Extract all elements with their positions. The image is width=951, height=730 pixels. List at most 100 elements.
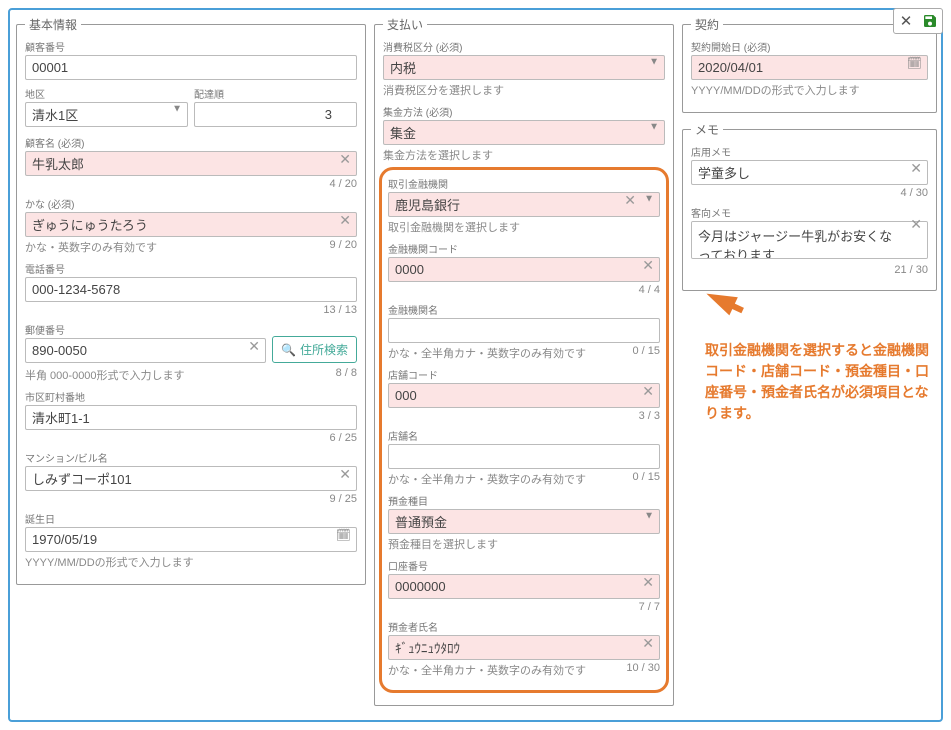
custname-counter: 4 / 20 <box>25 178 357 190</box>
holder-label: 預金者氏名 <box>388 619 660 634</box>
clear-icon[interactable]: ✕ <box>910 217 922 231</box>
bank-select[interactable] <box>388 192 660 217</box>
memo-section: メモ 店用メモ ✕ 4 / 30 客向メモ ✕ 21 / 30 <box>682 121 937 291</box>
postal-input[interactable] <box>25 338 266 363</box>
clear-icon[interactable]: ✕ <box>339 212 351 226</box>
bankcode-label: 金融機関コード <box>388 241 660 256</box>
custname-label: 顧客名 (必須) <box>25 135 357 150</box>
clear-icon[interactable]: ✕ <box>642 574 654 588</box>
clear-icon[interactable]: ✕ <box>339 151 351 165</box>
tax-label: 消費税区分 (必須) <box>383 39 665 54</box>
calendar-icon[interactable]: 🗓 <box>336 527 351 541</box>
holder-counter: 10 / 30 <box>626 662 660 678</box>
postal-help: 半角 000-0000形式で入力します <box>25 367 185 383</box>
custno-label: 顧客番号 <box>25 39 357 54</box>
birth-label: 誕生日 <box>25 511 357 526</box>
search-icon: 🔍 <box>281 343 296 357</box>
delorder-label: 配達順 <box>194 86 357 101</box>
bldg-input[interactable] <box>25 466 357 491</box>
bank-highlight-group: 取引金融機関 ✕ ▼ 取引金融機関を選択します 金融機関コード ✕ 4 / 4 … <box>379 167 669 693</box>
bank-help: 取引金融機関を選択します <box>388 219 520 235</box>
clear-icon[interactable]: ✕ <box>624 192 636 206</box>
custmemo-label: 客向メモ <box>691 205 928 220</box>
toolbar: ✕ <box>893 8 943 34</box>
acctno-label: 口座番号 <box>388 558 660 573</box>
storememo-input[interactable] <box>691 160 928 185</box>
clear-icon[interactable]: ✕ <box>642 383 654 397</box>
method-help: 集金方法を選択します <box>383 147 493 163</box>
kana-label: かな (必須) <box>25 196 357 211</box>
postal-label: 郵便番号 <box>25 322 266 337</box>
basic-legend: 基本情報 <box>25 16 81 33</box>
bank-label: 取引金融機関 <box>388 176 660 191</box>
method-label: 集金方法 (必須) <box>383 104 665 119</box>
calendar-icon[interactable]: 🗓 <box>907 55 922 69</box>
start-input[interactable] <box>691 55 928 80</box>
bankname-counter: 0 / 15 <box>632 345 660 361</box>
city-counter: 6 / 25 <box>25 432 357 444</box>
clear-icon[interactable]: ✕ <box>339 466 351 480</box>
tax-select[interactable] <box>383 55 665 80</box>
bankcode-input[interactable] <box>388 257 660 282</box>
bankcode-counter: 4 / 4 <box>388 284 660 296</box>
custname-input[interactable] <box>25 151 357 176</box>
annotation-text: 取引金融機関を選択すると金融機関コード・店舗コード・預金種目・口座番号・預金者氏… <box>705 340 935 424</box>
area-select[interactable] <box>25 102 188 127</box>
dropdown-icon[interactable]: ▼ <box>644 193 654 204</box>
dropdown-icon[interactable]: ▼ <box>649 56 659 67</box>
bankname-label: 金融機関名 <box>388 302 660 317</box>
dropdown-icon[interactable]: ▼ <box>172 103 182 114</box>
method-select[interactable] <box>383 120 665 145</box>
custmemo-input[interactable] <box>691 221 928 259</box>
start-help: YYYY/MM/DDの形式で入力します <box>691 82 860 98</box>
kana-help: かな・英数字のみ有効です <box>25 239 157 255</box>
save-icon[interactable] <box>920 11 940 31</box>
bankname-help: かな・全半角カナ・英数字のみ有効です <box>388 345 586 361</box>
kana-counter: 9 / 20 <box>329 239 357 255</box>
branchname-label: 店舗名 <box>388 428 660 443</box>
branchcode-counter: 3 / 3 <box>388 410 660 422</box>
city-input[interactable] <box>25 405 357 430</box>
city-label: 市区町村番地 <box>25 389 357 404</box>
holder-input[interactable] <box>388 635 660 660</box>
storememo-label: 店用メモ <box>691 144 928 159</box>
postal-counter: 8 / 8 <box>336 367 357 383</box>
dropdown-icon[interactable]: ▼ <box>644 510 654 521</box>
tax-help: 消費税区分を選択します <box>383 82 504 98</box>
area-label: 地区 <box>25 86 188 101</box>
close-icon[interactable]: ✕ <box>896 11 916 31</box>
payment-section: 支払い 消費税区分 (必須) ▼ 消費税区分を選択します 集金方法 (必須) ▼… <box>374 16 674 706</box>
clear-icon[interactable]: ✕ <box>642 257 654 271</box>
acctno-input[interactable] <box>388 574 660 599</box>
bankname-input[interactable] <box>388 318 660 343</box>
contract-legend: 契約 <box>691 16 723 33</box>
address-search-button[interactable]: 🔍 住所検索 <box>272 336 357 363</box>
deposit-select[interactable] <box>388 509 660 534</box>
clear-icon[interactable]: ✕ <box>248 338 260 352</box>
branchname-help: かな・全半角カナ・英数字のみ有効です <box>388 471 586 487</box>
dropdown-icon[interactable]: ▼ <box>649 121 659 132</box>
birth-input[interactable] <box>25 527 357 552</box>
branchcode-label: 店舗コード <box>388 367 660 382</box>
bldg-label: マンション/ビル名 <box>25 450 357 465</box>
kana-input[interactable] <box>25 212 357 237</box>
tel-label: 電話番号 <box>25 261 357 276</box>
custmemo-counter: 21 / 30 <box>691 264 928 276</box>
branchname-input[interactable] <box>388 444 660 469</box>
clear-icon[interactable]: ✕ <box>910 160 922 174</box>
tel-input[interactable] <box>25 277 357 302</box>
acctno-counter: 7 / 7 <box>388 601 660 613</box>
basic-info-section: 基本情報 顧客番号 地区 ▼ 配達順 顧客名 (必須) ✕ <box>16 16 366 585</box>
custno-input[interactable] <box>25 55 357 80</box>
bldg-counter: 9 / 25 <box>25 493 357 505</box>
branchname-counter: 0 / 15 <box>632 471 660 487</box>
birth-help: YYYY/MM/DDの形式で入力します <box>25 554 194 570</box>
memo-legend: メモ <box>691 121 723 138</box>
storememo-counter: 4 / 30 <box>691 187 928 199</box>
clear-icon[interactable]: ✕ <box>642 635 654 649</box>
deposit-help: 預金種目を選択します <box>388 536 498 552</box>
start-label: 契約開始日 (必須) <box>691 39 928 54</box>
branchcode-input[interactable] <box>388 383 660 408</box>
pay-legend: 支払い <box>383 16 427 33</box>
delorder-input[interactable] <box>194 102 357 127</box>
